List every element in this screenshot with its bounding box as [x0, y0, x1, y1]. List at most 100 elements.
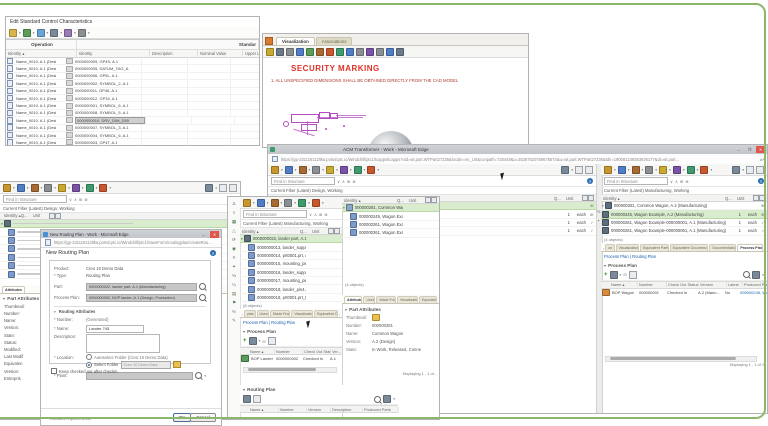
tree-row[interactable]: 000000261, Wagon Example-000000001, A.1 …	[601, 219, 767, 227]
tree-row[interactable]: 0000000013, lander_support.prt_PRT, A.1 …	[240, 243, 342, 251]
chevron-down-icon[interactable]: ▾	[13, 186, 15, 190]
chevron-down-icon[interactable]: ▾	[336, 168, 338, 172]
chevron-down-icon[interactable]: ▾	[68, 186, 70, 190]
chevron-down-icon[interactable]: ▾	[215, 186, 217, 190]
process-plan-field[interactable]: 0000000002, BOP lander, A.1 (Design, Pro…	[86, 294, 197, 302]
tab-uses[interactable]: Uses	[363, 296, 375, 303]
chevron-down-icon[interactable]: ▾	[614, 168, 616, 172]
remove-icon[interactable]: ⊟	[623, 272, 626, 277]
characteristic-row[interactable]: Name_0010, A.1 (Desi0000000006, GP5L, A.…	[6, 73, 259, 80]
tab-made-from[interactable]: Made From	[376, 296, 395, 303]
address-bar[interactable]: https://gp-231116112ltka.portal.ptc.io/W…	[41, 238, 221, 248]
chevron-down-icon[interactable]: ▾	[267, 201, 269, 205]
process-routing-links[interactable]: Process Plan | Routing Plan	[240, 318, 342, 327]
search-icon[interactable]	[743, 271, 750, 278]
list-view-icon[interactable]	[629, 271, 637, 279]
column-header[interactable]: Produced Parts	[743, 282, 767, 287]
ok-button[interactable]: OK	[173, 413, 191, 422]
dialog-title-bar[interactable]: New Routing Plan - Work - Microsoft Edge…	[41, 230, 221, 238]
column-config-icon[interactable]	[759, 195, 765, 201]
list-view-icon[interactable]	[253, 395, 261, 403]
chevron-down-icon[interactable]: ▾	[74, 31, 76, 35]
characteristic-row[interactable]: Name_0010, A.1 (Desi0000000011, GP46, A.…	[6, 88, 259, 95]
chevron-down-icon[interactable]: ▾	[669, 168, 671, 172]
chevron-down-icon[interactable]: ▾	[322, 201, 324, 205]
wrench-icon[interactable]	[271, 166, 279, 174]
help-icon[interactable]: ?	[758, 178, 764, 184]
column-header[interactable]: Name ▴	[610, 282, 638, 287]
compare-icon[interactable]	[386, 48, 394, 56]
chevron-down-icon[interactable]: ▾	[41, 186, 43, 190]
star-icon[interactable]	[58, 184, 66, 192]
grid-icon[interactable]	[383, 395, 391, 403]
tree-row[interactable]: ▾000000281, Common Wagon, A.2 (Manufactu…	[601, 202, 767, 210]
detail-button[interactable]	[66, 66, 73, 72]
care-of-icon[interactable]: ℅	[232, 309, 236, 314]
expand-caret-icon[interactable]: ▾	[1, 222, 3, 226]
grid-icon[interactable]	[243, 395, 251, 403]
flag-icon[interactable]	[700, 166, 708, 174]
find-in-structure-input[interactable]: Find in Structure	[243, 210, 307, 218]
list-view-icon[interactable]	[268, 337, 276, 345]
grid-icon[interactable]	[249, 337, 257, 345]
name-input[interactable]: Lander 745	[86, 325, 144, 333]
tab-visualization[interactable]: Visualization	[276, 37, 315, 45]
identity-column-header[interactable]: Identity ▴	[603, 196, 725, 201]
detail-button[interactable]	[66, 132, 73, 138]
view-mode-icon[interactable]	[205, 184, 213, 192]
add-status-icon[interactable]: ⊞	[588, 212, 596, 217]
description-textarea[interactable]	[86, 334, 160, 353]
collapse-all-icon[interactable]: ∨	[309, 212, 312, 217]
add-icon[interactable]: ▪	[598, 218, 600, 223]
characteristic-row[interactable]: Name_0010, A.1 (Desi0000000004, SYMBOL_6…	[6, 132, 259, 139]
table-row[interactable]: BOP Lander0000000002Checked InA.1	[240, 355, 342, 362]
tab-plan[interactable]: plan	[244, 310, 255, 317]
package-icon[interactable]	[632, 166, 640, 174]
layers-icon[interactable]	[257, 199, 265, 207]
characteristic-row[interactable]: Name_0010, A.1 (Desi0000000010, DRV_DIM_…	[6, 117, 259, 124]
chevron-down-icon[interactable]: ▾	[350, 168, 352, 172]
characteristic-row[interactable]: Name_0010, A.1 (Desi0000000012, GP34, A.…	[6, 95, 259, 102]
expand-all-icon[interactable]: ∧	[74, 197, 77, 202]
split-view-icon[interactable]	[575, 166, 583, 174]
full-view-icon[interactable]	[229, 184, 237, 192]
chevron-down-icon[interactable]: ▾	[88, 31, 90, 35]
one-quarter-icon[interactable]: ¼	[232, 282, 236, 287]
percent-icon[interactable]	[354, 166, 362, 174]
expand-all-icon[interactable]: ∧	[342, 179, 345, 184]
markup-icon[interactable]	[326, 48, 334, 56]
detail-button[interactable]	[66, 117, 73, 123]
tree-row[interactable]: 0000000019, prt0001.prt_PRT, A.1 (Design…	[240, 294, 342, 302]
column-header[interactable]: Produced Parts	[363, 407, 399, 412]
add-icon[interactable]: ⊕	[84, 197, 87, 202]
tab-equivalent[interactable]: Equivalent	[419, 296, 437, 303]
expand-all-icon[interactable]: ∧	[675, 179, 678, 184]
characteristic-row[interactable]: Name_0010, A.1 (Desi0000000009, GP4S, A.…	[6, 58, 259, 65]
chevron-down-icon[interactable]: ▾	[47, 31, 49, 35]
layers-icon[interactable]	[17, 184, 25, 192]
chevron-down-icon[interactable]: ▾	[281, 201, 283, 205]
search-icon[interactable]	[195, 372, 202, 379]
close-icon[interactable]: ✕	[210, 231, 219, 238]
quantity-column-header[interactable]: Q...	[554, 196, 566, 201]
add-icon[interactable]: +	[243, 339, 247, 343]
tab-documentation[interactable]: Documentation	[709, 244, 736, 251]
tree-row[interactable]: 0000000015, mounting_pin.prt, A.1 (Desig…	[240, 260, 342, 268]
chevron-down-icon[interactable]: ▾	[295, 168, 297, 172]
collapse-all-icon[interactable]: ∨	[337, 179, 340, 184]
audio-icon[interactable]	[645, 166, 653, 174]
quantity-column-header[interactable]: Q...	[725, 196, 737, 201]
chevron-down-icon[interactable]: ▾	[377, 168, 379, 172]
search-icon[interactable]	[199, 294, 206, 301]
package-icon[interactable]	[31, 184, 39, 192]
percent-icon[interactable]	[86, 184, 94, 192]
tree-row[interactable]: ▾0000000022, lander part, A.1 (Manufactu…	[240, 235, 342, 243]
flag-icon[interactable]: ⚑	[232, 300, 236, 305]
column-header[interactable]: Identity	[77, 50, 150, 57]
column-header[interactable]: Version	[307, 407, 331, 412]
expand-caret-icon[interactable]: ▾	[343, 206, 345, 210]
chevron-down-icon[interactable]: ▾	[683, 168, 685, 172]
flag-icon[interactable]	[312, 199, 320, 207]
chevron-down-icon[interactable]: ▾	[259, 339, 261, 343]
compare-icon[interactable]: Δ	[232, 201, 235, 206]
